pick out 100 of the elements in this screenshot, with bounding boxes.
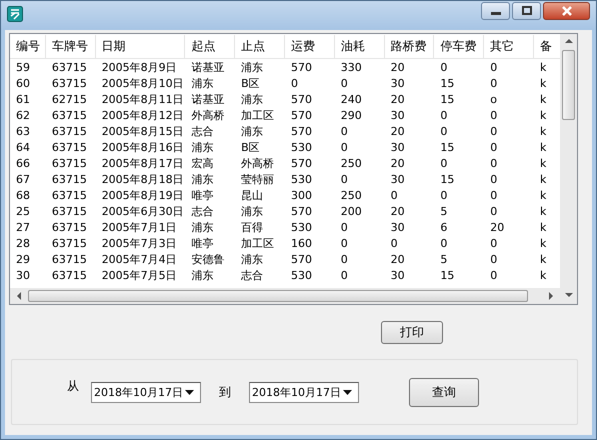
table-cell-text: 0 bbox=[489, 60, 498, 74]
minimize-button[interactable] bbox=[481, 2, 510, 20]
table-cell-text: 28 bbox=[15, 236, 31, 250]
column-header[interactable]: 车牌号 bbox=[46, 34, 96, 58]
table-cell-text: 60 bbox=[15, 76, 31, 90]
table-cell-text: 0 bbox=[489, 140, 498, 154]
table-cell-text: 570 bbox=[290, 156, 313, 170]
column-header[interactable]: 停车费 bbox=[434, 34, 484, 58]
table-cell-text: 0 bbox=[489, 188, 498, 202]
scroll-thumb[interactable] bbox=[562, 50, 575, 120]
vertical-scrollbar[interactable] bbox=[560, 34, 577, 304]
table-cell-text: 63715 bbox=[50, 172, 88, 186]
column-header[interactable]: 起点 bbox=[185, 34, 236, 58]
table-cell-text: 2005年8月9日 bbox=[100, 60, 178, 74]
date-picker[interactable]: 2018年10月17日 bbox=[91, 382, 201, 402]
table-cell-text: B区 bbox=[240, 76, 261, 90]
table-cell-text: 27 bbox=[15, 220, 31, 234]
dropdown-icon[interactable] bbox=[185, 390, 194, 394]
scroll-left-icon[interactable] bbox=[16, 292, 22, 300]
table-cell-text: 29 bbox=[15, 252, 31, 266]
table-cell-text: 0 bbox=[489, 156, 498, 170]
table-cell-text: 2005年8月16日 bbox=[100, 140, 185, 154]
table-cell-text: 0 bbox=[340, 252, 349, 266]
table-cell-text: 250 bbox=[340, 156, 363, 170]
date-picker[interactable]: 2018年10月17日 bbox=[249, 382, 359, 402]
table-cell-text: 2005年8月11日 bbox=[100, 92, 185, 106]
table-cell-text: 0 bbox=[489, 236, 498, 250]
table-cell-text: 0 bbox=[439, 156, 448, 170]
table-cell-text: 30 bbox=[390, 76, 406, 90]
table-cell-text: 0 bbox=[489, 172, 498, 186]
column-header[interactable]: 备 bbox=[534, 34, 560, 58]
table-cell-text: 浦东 bbox=[240, 124, 264, 138]
print-button[interactable]: 打印 bbox=[381, 321, 443, 344]
table-cell-text: 浦东 bbox=[240, 60, 264, 74]
table-cell-text: 20 bbox=[390, 92, 406, 106]
table-cell-text: 59 bbox=[15, 60, 31, 74]
table-cell-text: 外高桥 bbox=[240, 156, 276, 170]
table-cell-text: B区 bbox=[240, 140, 261, 154]
table-cell-text: 0 bbox=[340, 124, 349, 138]
table-cell-text: 20 bbox=[390, 204, 406, 218]
table-cell-text: 0 bbox=[340, 268, 349, 282]
table-cell-text: 百得 bbox=[240, 220, 264, 234]
table-cell-text: 2005年8月17日 bbox=[100, 156, 185, 170]
table-cell-text: 63715 bbox=[50, 220, 88, 234]
table-cell-text: 62 bbox=[15, 108, 31, 122]
table-cell-text: 浦东 bbox=[240, 92, 264, 106]
table-cell-text: 15 bbox=[439, 172, 456, 186]
table-cell-text: 浦东 bbox=[240, 204, 264, 218]
table-cell-text: 2005年8月12日 bbox=[100, 108, 185, 122]
column-header[interactable]: 运费 bbox=[284, 34, 335, 58]
query-button[interactable]: 查询 bbox=[409, 378, 479, 406]
column-header[interactable]: 其它 bbox=[484, 34, 534, 58]
column-header[interactable]: 日期 bbox=[96, 34, 186, 58]
table-cell-text: 63715 bbox=[50, 156, 88, 170]
table-cell-text: 63715 bbox=[50, 268, 88, 282]
table-cell-text: 加工区 bbox=[240, 236, 276, 250]
column-header[interactable]: 油耗 bbox=[334, 34, 385, 58]
scroll-right-icon[interactable] bbox=[548, 292, 554, 300]
table-cell-text: 200 bbox=[340, 204, 363, 218]
table-cell-text: 0 bbox=[489, 108, 498, 122]
table-cell-text: 浦东 bbox=[190, 140, 214, 154]
table-cell-text: 160 bbox=[290, 236, 313, 250]
table-cell-text: 0 bbox=[439, 60, 448, 74]
table-cell-text: 67 bbox=[15, 172, 31, 186]
table-cell-text: 68 bbox=[15, 188, 31, 202]
column-header[interactable]: 止点 bbox=[235, 34, 285, 58]
table-cell-text: 安德鲁 bbox=[190, 252, 226, 266]
close-button[interactable] bbox=[543, 2, 590, 20]
column-header[interactable]: 路桥费 bbox=[384, 34, 434, 58]
table-cell-text: 0 bbox=[439, 108, 448, 122]
table-cell-text: 30 bbox=[390, 140, 406, 154]
column-header[interactable]: 编号 bbox=[10, 34, 46, 58]
table-cell-text: 0 bbox=[489, 204, 498, 218]
scroll-up-icon[interactable] bbox=[564, 38, 572, 44]
table-cell-text: 290 bbox=[340, 108, 363, 122]
table-cell-text: 诺基亚 bbox=[190, 92, 226, 106]
table-cell-text: 0 bbox=[489, 124, 498, 138]
table-cell-text: k bbox=[539, 268, 548, 282]
scroll-thumb[interactable] bbox=[28, 290, 528, 302]
horizontal-scrollbar[interactable] bbox=[10, 288, 560, 304]
table-cell-text: 570 bbox=[290, 60, 313, 74]
table-cell-text: 0 bbox=[290, 76, 299, 90]
table-cell-text: 25 bbox=[15, 204, 31, 218]
table-cell-text: 2005年8月19日 bbox=[100, 188, 185, 202]
table-cell-text: 63715 bbox=[50, 124, 88, 138]
table-cell-text: 志合 bbox=[240, 268, 264, 282]
table-cell-text: k bbox=[539, 60, 548, 74]
dropdown-icon[interactable] bbox=[343, 390, 352, 394]
table-cell-text: 0 bbox=[390, 236, 399, 250]
table-cell-text: k bbox=[539, 220, 548, 234]
table-cell-text: 300 bbox=[290, 188, 313, 202]
maximize-button[interactable] bbox=[512, 2, 541, 20]
table-cell-text: 570 bbox=[290, 252, 313, 266]
table-cell-text: 63715 bbox=[50, 140, 88, 154]
table-cell-text: 浦东 bbox=[190, 76, 214, 90]
table-cell-text: 20 bbox=[390, 252, 406, 266]
table-cell-text: 0 bbox=[340, 236, 349, 250]
table-cell-text: 15 bbox=[439, 76, 456, 90]
scroll-down-icon[interactable] bbox=[564, 292, 572, 298]
table-cell-text: 0 bbox=[340, 76, 349, 90]
